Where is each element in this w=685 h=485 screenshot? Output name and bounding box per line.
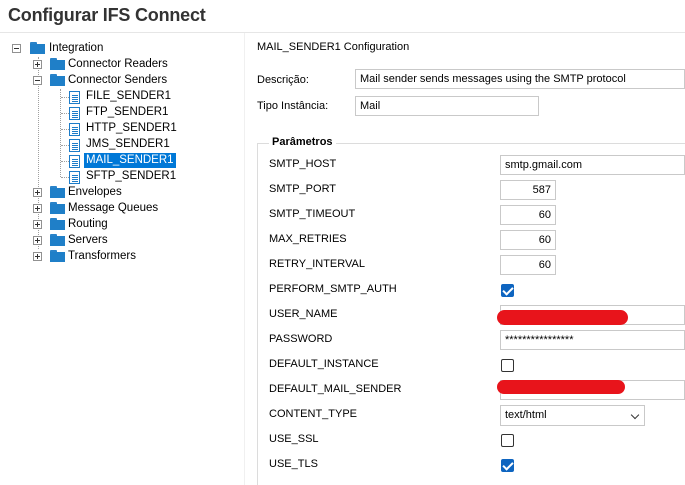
tree-item-envelopes[interactable]: Envelopes <box>66 185 124 200</box>
tree-item-servers[interactable]: Servers <box>66 233 110 248</box>
folder-icon <box>50 58 65 70</box>
tree-item-routing[interactable]: Routing <box>66 217 110 232</box>
page-title: Configurar IFS Connect <box>8 5 206 25</box>
tree-item-jms-sender1[interactable]: JMS_SENDER1 <box>84 137 172 152</box>
tree-item-sftp-sender1[interactable]: SFTP_SENDER1 <box>84 169 178 184</box>
collapse-toggle-connector-senders[interactable] <box>33 76 42 85</box>
configuration-panel: MAIL_SENDER1 Configuration Descrição: Ma… <box>245 33 685 485</box>
password-field[interactable]: **************** <box>500 330 685 350</box>
folder-icon <box>50 74 65 86</box>
tree-line <box>61 113 69 114</box>
smtp-timeout-field[interactable]: 60 <box>500 205 556 225</box>
tree-line <box>61 97 69 98</box>
collapse-toggle-integration[interactable] <box>12 44 21 53</box>
smtp-host-field[interactable]: smtp.gmail.com <box>500 155 685 175</box>
tree-item-transformers[interactable]: Transformers <box>66 249 138 264</box>
descricao-field[interactable]: Mail sender sends messages using the SMT… <box>355 69 685 89</box>
expand-toggle-servers[interactable] <box>33 236 42 245</box>
folder-icon <box>50 186 65 198</box>
configuration-heading: MAIL_SENDER1 Configuration <box>257 41 410 53</box>
chevron-down-icon <box>630 410 640 420</box>
max-retries-label: MAX_RETRIES <box>269 233 347 245</box>
folder-icon <box>50 234 65 246</box>
use-tls-checkbox[interactable] <box>501 459 514 472</box>
max-retries-field[interactable]: 60 <box>500 230 556 250</box>
tree-item-file-sender1[interactable]: FILE_SENDER1 <box>84 89 173 104</box>
tree-item-mail-sender1[interactable]: MAIL_SENDER1 <box>84 153 176 168</box>
use-tls-label: USE_TLS <box>269 458 318 470</box>
navigation-tree: Integration Connector Readers Connector … <box>0 33 244 485</box>
password-label: PASSWORD <box>269 333 333 345</box>
folder-icon <box>30 42 45 54</box>
document-icon <box>69 171 80 184</box>
tree-item-connector-readers[interactable]: Connector Readers <box>66 57 170 72</box>
descricao-label: Descrição: <box>257 74 309 86</box>
tree-item-ftp-sender1[interactable]: FTP_SENDER1 <box>84 105 170 120</box>
folder-icon <box>50 202 65 214</box>
tree-item-http-sender1[interactable]: HTTP_SENDER1 <box>84 121 179 136</box>
expand-toggle-connector-readers[interactable] <box>33 60 42 69</box>
expand-toggle-envelopes[interactable] <box>33 188 42 197</box>
use-ssl-label: USE_SSL <box>269 433 319 445</box>
tree-line <box>60 89 61 177</box>
user-name-label: USER_NAME <box>269 308 338 320</box>
default-instance-label: DEFAULT_INSTANCE <box>269 358 379 370</box>
perform-smtp-auth-checkbox[interactable] <box>501 284 514 297</box>
expand-toggle-transformers[interactable] <box>33 252 42 261</box>
tree-line <box>61 161 69 162</box>
tree-item-connector-senders[interactable]: Connector Senders <box>66 73 169 88</box>
retry-interval-field[interactable]: 60 <box>500 255 556 275</box>
tree-line <box>61 145 69 146</box>
content-type-value: text/html <box>505 409 547 421</box>
redaction-mark <box>497 380 625 394</box>
smtp-timeout-label: SMTP_TIMEOUT <box>269 208 356 220</box>
tree-line <box>61 177 69 178</box>
expand-toggle-routing[interactable] <box>33 220 42 229</box>
folder-icon <box>50 250 65 262</box>
smtp-port-field[interactable]: 587 <box>500 180 556 200</box>
parameters-title: Parâmetros <box>269 136 336 148</box>
tree-item-message-queues[interactable]: Message Queues <box>66 201 160 216</box>
redaction-mark <box>497 310 628 325</box>
tipo-instancia-label: Tipo Instância: <box>257 100 329 112</box>
folder-icon <box>50 218 65 230</box>
document-icon <box>69 107 80 120</box>
perform-smtp-auth-label: PERFORM_SMTP_AUTH <box>269 283 397 295</box>
content-type-label: CONTENT_TYPE <box>269 408 358 420</box>
smtp-host-label: SMTP_HOST <box>269 158 337 170</box>
document-icon <box>69 91 80 104</box>
retry-interval-label: RETRY_INTERVAL <box>269 258 365 270</box>
tree-item-integration[interactable]: Integration <box>47 41 105 56</box>
default-mail-sender-label: DEFAULT_MAIL_SENDER <box>269 383 402 395</box>
use-ssl-checkbox[interactable] <box>501 434 514 447</box>
document-icon <box>69 139 80 152</box>
default-instance-checkbox[interactable] <box>501 359 514 372</box>
expand-toggle-message-queues[interactable] <box>33 204 42 213</box>
tree-line <box>61 129 69 130</box>
document-icon <box>69 123 80 136</box>
tipo-instancia-field[interactable]: Mail <box>355 96 539 116</box>
content-type-select[interactable]: text/html <box>500 405 645 426</box>
smtp-port-label: SMTP_PORT <box>269 183 337 195</box>
document-icon <box>69 155 80 168</box>
